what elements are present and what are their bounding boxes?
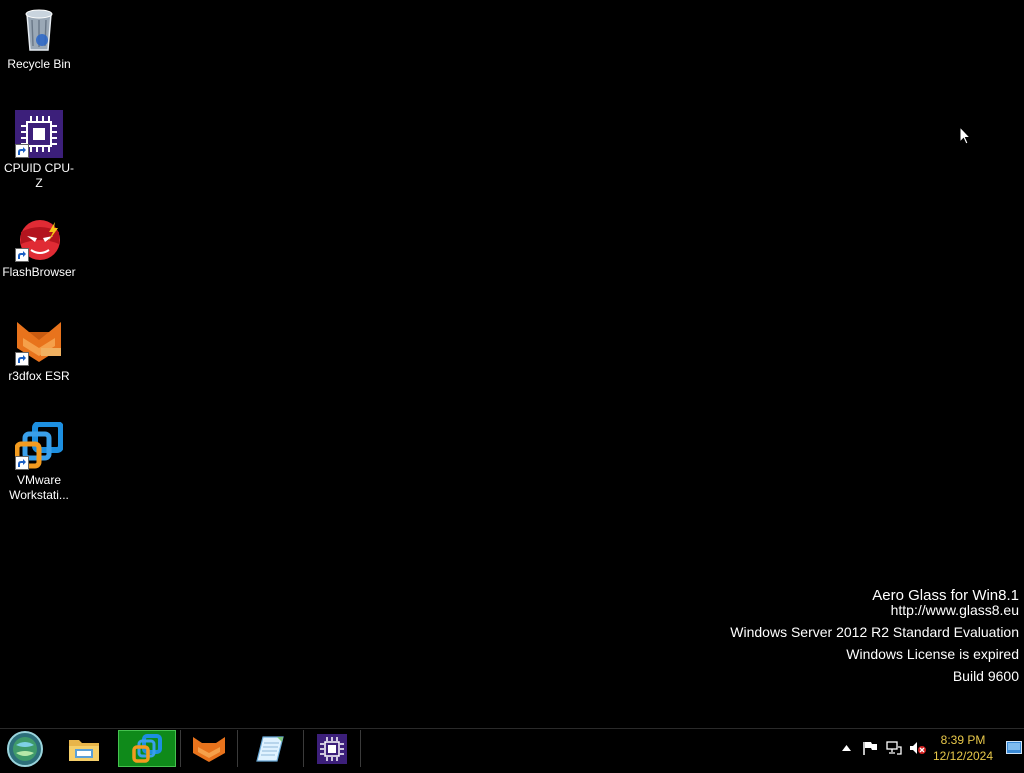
clock-time: 8:39 PM xyxy=(940,733,986,747)
shortcut-arrow-icon xyxy=(15,144,29,158)
taskbar-file-explorer-button[interactable] xyxy=(55,730,113,767)
volume-muted-icon xyxy=(910,742,926,754)
tray-clock[interactable]: 8:39 PM 12/12/2024 xyxy=(928,732,998,764)
shortcut-arrow-icon xyxy=(15,352,29,366)
clock-date: 12/12/2024 xyxy=(932,749,994,763)
desktop-watermark: Aero Glass for Win8.1 http://www.glass8.… xyxy=(730,585,1019,687)
r3dfox-icon xyxy=(15,318,63,366)
taskbar: 8:39 PM 12/12/2024 xyxy=(0,728,1024,768)
desktop-icon-vmware[interactable]: VMware Workstati... xyxy=(1,421,77,503)
desktop-icon-label: Recycle Bin xyxy=(7,57,71,71)
desktop-icon-label: FlashBrowser xyxy=(2,265,76,279)
network-icon xyxy=(886,741,902,755)
flashbrowser-icon xyxy=(15,214,63,262)
shortcut-arrow-icon xyxy=(15,456,29,470)
desktop[interactable]: Recycle Bin CPUID CPU-Z FlashBrowser r3d… xyxy=(0,0,1024,728)
vmware-icon xyxy=(132,733,162,763)
shortcut-arrow-icon xyxy=(15,248,29,262)
notepad-icon xyxy=(256,735,284,762)
desktop-icon-recycle-bin[interactable]: Recycle Bin xyxy=(1,6,77,72)
tray-network-button[interactable] xyxy=(884,729,904,767)
file-explorer-icon xyxy=(69,739,99,761)
tray-action-center-button[interactable] xyxy=(860,729,880,767)
watermark-build: Build 9600 xyxy=(952,668,1019,684)
desktop-preview-icon xyxy=(1006,741,1022,754)
watermark-license: Windows License is expired xyxy=(846,646,1019,662)
taskbar-vmware-button[interactable] xyxy=(118,730,176,767)
recycle-bin-icon xyxy=(15,6,63,54)
desktop-icon-label: VMware Workstati... xyxy=(9,473,69,502)
cpu-z-icon xyxy=(15,110,63,158)
mouse-cursor-icon xyxy=(959,125,972,151)
desktop-icon-label: r3dfox ESR xyxy=(8,369,70,383)
desktop-icon-cpu-z[interactable]: CPUID CPU-Z xyxy=(1,110,77,191)
vmware-icon xyxy=(14,421,64,470)
chevron-up-icon xyxy=(841,745,851,751)
start-orb-icon[interactable] xyxy=(4,730,44,768)
watermark-edition: Windows Server 2012 R2 Standard Evaluati… xyxy=(730,624,1019,640)
desktop-icon-flashbrowser[interactable]: FlashBrowser xyxy=(1,214,77,280)
taskbar-cpu-z-button[interactable] xyxy=(303,730,361,767)
desktop-icon-label: CPUID CPU-Z xyxy=(3,161,74,190)
r3dfox-icon xyxy=(193,736,225,762)
show-desktop-button[interactable] xyxy=(1006,741,1022,754)
desktop-icon-r3dfox[interactable]: r3dfox ESR xyxy=(1,318,77,384)
cpu-z-icon xyxy=(317,733,347,764)
tray-show-hidden-icons-button[interactable] xyxy=(838,729,854,767)
tray-volume-button[interactable] xyxy=(908,729,928,767)
taskbar-notepad-button[interactable] xyxy=(241,730,299,767)
flag-icon xyxy=(863,742,877,755)
taskbar-r3dfox-button[interactable] xyxy=(180,730,238,767)
